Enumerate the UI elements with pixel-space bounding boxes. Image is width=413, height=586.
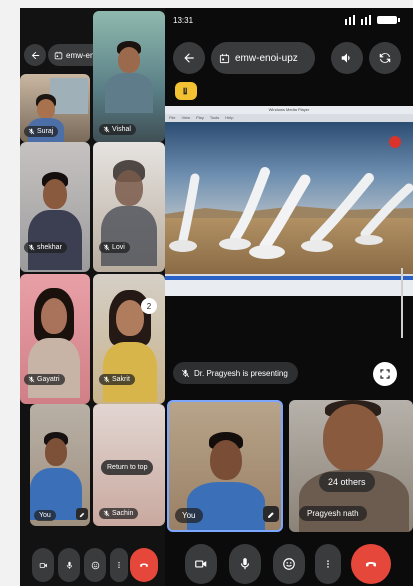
participant-tile-lovi[interactable]: Lovi <box>93 142 165 272</box>
status-icons <box>345 15 400 25</box>
right-camera-toggle-button[interactable] <box>185 544 217 584</box>
participant-tile-sachin[interactable]: Return to top Sachin <box>93 404 165 526</box>
right-switch-camera-button[interactable] <box>369 42 401 74</box>
media-player-menu: File View Play Tools Help <box>169 115 234 120</box>
speaker-icon <box>341 53 350 63</box>
calendar-icon <box>219 53 230 63</box>
participant-name-tag: Sakrit <box>99 374 135 385</box>
right-mic-toggle-button[interactable] <box>229 544 261 584</box>
left-more-options-button[interactable] <box>110 548 128 582</box>
participant-tile-you[interactable]: You <box>30 404 90 526</box>
participant-tile-vishal[interactable]: Vishal <box>93 11 165 142</box>
mic-off-icon <box>28 128 35 135</box>
missile-launch-video-frame <box>165 122 413 274</box>
left-mic-toggle-button[interactable] <box>58 548 80 582</box>
return-to-top-tooltip[interactable]: Return to top <box>101 460 154 475</box>
edit-tile-button[interactable] <box>76 508 88 520</box>
participant-tile-gayatri[interactable]: Gayatri <box>20 274 90 404</box>
phone-hangup-icon <box>366 562 376 567</box>
participant-tile-suraj[interactable]: Suraj <box>20 74 90 142</box>
left-reactions-button[interactable] <box>84 548 106 582</box>
presenting-label: Dr. Pragyesh is presenting <box>194 368 288 378</box>
right-status-bar: 13:31 <box>165 8 413 32</box>
right-phone-screen: 13:31 emw-enoi-upz Windows Media Player … <box>165 8 413 586</box>
others-count-chip[interactable]: 24 others <box>319 472 375 492</box>
left-end-call-button[interactable] <box>130 548 158 582</box>
mic-off-icon <box>181 369 190 377</box>
status-time: 13:31 <box>173 16 194 25</box>
mic-icon <box>66 561 72 569</box>
self-view-tile[interactable]: You <box>167 400 283 532</box>
right-hand-raised-badge[interactable] <box>175 82 197 100</box>
right-back-button[interactable] <box>173 42 205 74</box>
participant-name-tag: You <box>34 510 56 521</box>
video-off-icon <box>195 560 207 568</box>
edit-self-tile-button[interactable] <box>263 506 279 522</box>
right-speaker-button[interactable] <box>331 42 363 74</box>
right-end-call-button[interactable] <box>351 544 391 584</box>
pinned-name-tag: Pragyesh nath <box>299 506 367 521</box>
switch-camera-icon <box>379 53 391 63</box>
right-meeting-code: emw-enoi-upz <box>235 52 298 64</box>
mic-off-icon <box>103 244 110 251</box>
right-meeting-code-pill[interactable]: emw-enoi-upz <box>211 42 315 74</box>
more-vertical-icon <box>118 562 120 568</box>
right-more-options-button[interactable] <box>315 544 341 584</box>
participant-name-tag: Lovi <box>99 242 130 253</box>
phone-hangup-icon <box>140 563 148 567</box>
pinned-participant-tile[interactable]: 24 others Pragyesh nath <box>289 400 413 532</box>
self-name-tag: You <box>175 508 203 523</box>
pencil-icon <box>267 511 274 518</box>
presentation-scrollbar[interactable] <box>401 268 403 338</box>
right-reactions-button[interactable] <box>273 544 305 584</box>
arrow-left-icon <box>184 53 194 63</box>
participant-name-tag: Gayatri <box>24 374 65 385</box>
more-vertical-icon <box>327 560 329 568</box>
left-camera-toggle-button[interactable] <box>32 548 54 582</box>
mic-off-icon <box>103 126 110 133</box>
left-phone-screen: emw-enoi-upz Suraj Vishal shekhar Lovi G… <box>20 8 165 586</box>
mic-icon <box>240 558 250 570</box>
arrow-left-icon <box>31 51 39 59</box>
pencil-icon <box>79 512 84 517</box>
shared-screen[interactable]: Windows Media Player File View Play Tool… <box>165 106 413 296</box>
room-window <box>50 78 88 114</box>
participant-tile-shekhar[interactable]: shekhar <box>20 142 90 272</box>
fullscreen-icon <box>380 369 390 379</box>
media-control-bar <box>165 280 413 296</box>
participant-name-tag: Suraj <box>24 126 59 137</box>
calendar-icon <box>54 51 63 59</box>
left-back-button[interactable] <box>24 44 46 66</box>
participant-name-tag: shekhar <box>24 242 67 253</box>
participant-name-tag: Vishal <box>99 124 136 135</box>
fullscreen-button[interactable] <box>373 362 397 386</box>
hand-icon <box>183 87 187 95</box>
video-off-icon <box>39 562 47 568</box>
smiley-icon <box>91 561 99 569</box>
participant-name-tag: Sachin <box>99 508 139 519</box>
screenshot-root: emw-enoi-upz Suraj Vishal shekhar Lovi G… <box>0 0 413 586</box>
media-player-titlebar: Windows Media Player <box>165 106 413 114</box>
mic-off-icon <box>103 510 110 517</box>
participant-tile-sakrit[interactable]: 2 Sakrit <box>93 274 165 404</box>
smiley-icon <box>283 558 295 570</box>
mic-off-icon <box>103 376 110 383</box>
mic-off-icon <box>28 376 35 383</box>
mic-off-icon <box>28 244 35 251</box>
participant-count-badge: 2 <box>141 298 157 314</box>
presenting-banner: Dr. Pragyesh is presenting <box>173 362 298 384</box>
